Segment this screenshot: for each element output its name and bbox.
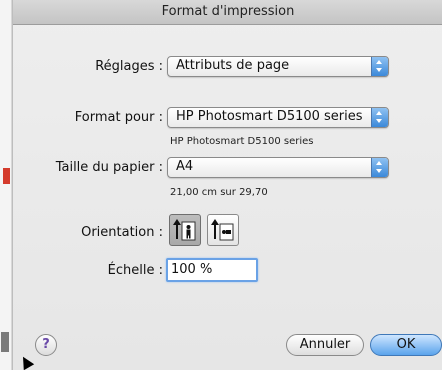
orientation-landscape-button[interactable] [207,214,239,246]
background-gray-mark [1,332,9,352]
format-for-subtext: HP Photosmart D5100 series [170,136,314,147]
page-setup-dialog: Format d'impression Réglages : Attributs… [12,0,442,370]
popup-arrows-icon [371,57,388,76]
format-for-label: Format pour : [74,110,163,125]
settings-popup[interactable]: Attributs de page [167,56,389,77]
scale-input[interactable]: 100 % [166,258,258,282]
orientation-label: Orientation : [81,225,163,240]
help-button[interactable]: ? [35,334,57,356]
paper-size-label: Taille du papier : [55,160,163,175]
ok-button[interactable]: OK [370,334,442,356]
dialog-title: Format d'impression [13,0,442,25]
popup-arrows-icon [371,108,388,127]
paper-size-subtext: 21,00 cm sur 29,70 [170,187,268,198]
paper-size-value: A4 [176,159,194,174]
format-for-value: HP Photosmart D5100 series [176,109,363,124]
cancel-button[interactable]: Annuler [286,334,364,356]
settings-label: Réglages : [95,59,163,74]
paper-size-popup[interactable]: A4 [167,157,389,178]
scale-value: 100 % [171,262,213,277]
orientation-portrait-button[interactable] [169,214,201,246]
popup-arrows-icon [371,158,388,177]
help-icon: ? [42,337,50,352]
settings-value: Attributs de page [176,58,290,73]
format-for-popup[interactable]: HP Photosmart D5100 series [167,107,389,128]
background-red-mark [3,168,10,184]
scale-label: Échelle : [107,263,163,278]
portrait-orientation-icon [173,219,196,241]
background-window-edge [0,0,12,370]
landscape-orientation-icon [211,219,234,241]
